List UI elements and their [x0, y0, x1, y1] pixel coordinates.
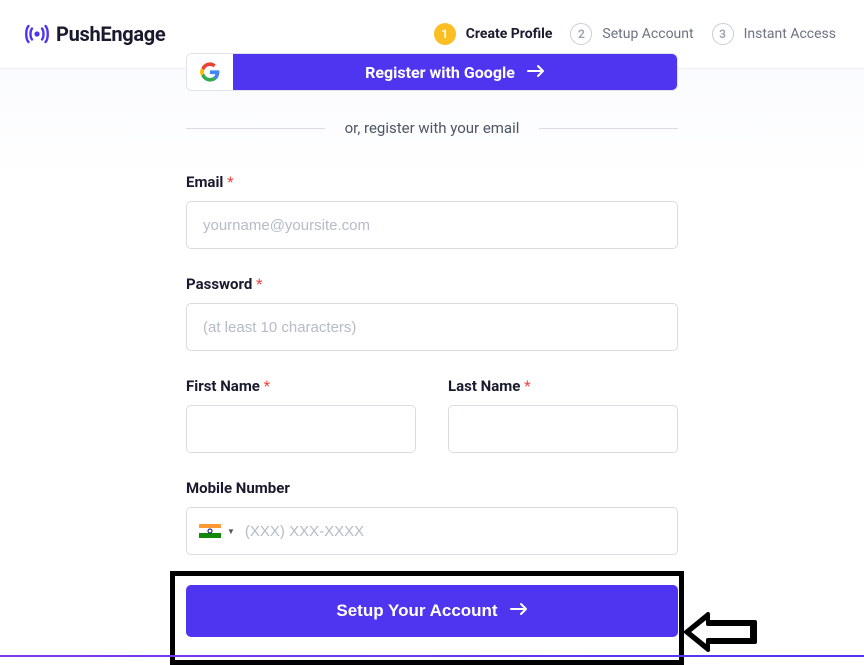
register-with-google-button[interactable]: Register with Google	[186, 53, 678, 91]
required-mark: *	[524, 377, 530, 395]
step-number: 2	[570, 23, 592, 45]
country-selector[interactable]: ▼	[199, 524, 235, 539]
label-text: Password	[186, 275, 252, 293]
last-name-label: Last Name *	[448, 377, 678, 395]
step-setup-account: 2 Setup Account	[570, 23, 693, 45]
email-input[interactable]	[186, 201, 678, 249]
step-instant-access: 3 Instant Access	[712, 23, 836, 45]
label-text: Email	[186, 173, 223, 191]
step-create-profile: 1 Create Profile	[434, 23, 553, 45]
registration-form: Register with Google or, register with y…	[186, 53, 678, 613]
step-number: 1	[434, 23, 456, 45]
password-label: Password *	[186, 275, 678, 293]
submit-area: Setup Your Account	[186, 585, 678, 637]
password-field-group: Password *	[186, 275, 678, 351]
progress-steps: 1 Create Profile 2 Setup Account 3 Insta…	[434, 23, 836, 45]
first-name-input[interactable]	[186, 405, 416, 453]
google-button-label: Register with Google	[233, 54, 677, 90]
name-row: First Name * Last Name *	[186, 377, 678, 453]
pointer-arrow-annotation	[680, 612, 760, 656]
divider: or, register with your email	[186, 119, 678, 137]
india-flag-icon	[199, 524, 221, 539]
label-text: First Name	[186, 377, 260, 395]
email-field-group: Email *	[186, 173, 678, 249]
required-mark: *	[264, 377, 270, 395]
step-label: Setup Account	[602, 26, 693, 42]
mobile-input[interactable]	[235, 523, 667, 540]
divider-text: or, register with your email	[345, 119, 520, 137]
divider-line	[539, 128, 678, 129]
step-label: Instant Access	[744, 26, 836, 42]
password-input[interactable]	[186, 303, 678, 351]
email-label: Email *	[186, 173, 678, 191]
mobile-field-group: Mobile Number ▼	[186, 479, 678, 555]
arrow-right-icon	[510, 601, 528, 621]
google-button-text: Register with Google	[365, 63, 515, 82]
mobile-label: Mobile Number	[186, 479, 678, 497]
setup-account-button[interactable]: Setup Your Account	[186, 585, 678, 637]
last-name-input[interactable]	[448, 405, 678, 453]
last-name-field-group: Last Name *	[448, 377, 678, 453]
divider-line	[186, 128, 325, 129]
chevron-down-icon: ▼	[227, 527, 235, 536]
label-text: Last Name	[448, 377, 520, 395]
label-text: Mobile Number	[186, 479, 290, 497]
step-number: 3	[712, 23, 734, 45]
step-label: Create Profile	[466, 26, 553, 42]
first-name-field-group: First Name *	[186, 377, 416, 453]
google-icon	[187, 54, 233, 90]
submit-label: Setup Your Account	[336, 601, 497, 621]
mobile-input-wrap: ▼	[186, 507, 678, 555]
required-mark: *	[227, 173, 233, 191]
main-content: Register with Google or, register with y…	[0, 69, 864, 629]
signal-icon	[24, 23, 50, 45]
arrow-right-icon	[527, 63, 545, 82]
brand-name: PushEngage	[56, 22, 165, 46]
required-mark: *	[256, 275, 262, 293]
brand-logo: PushEngage	[24, 22, 165, 46]
first-name-label: First Name *	[186, 377, 416, 395]
